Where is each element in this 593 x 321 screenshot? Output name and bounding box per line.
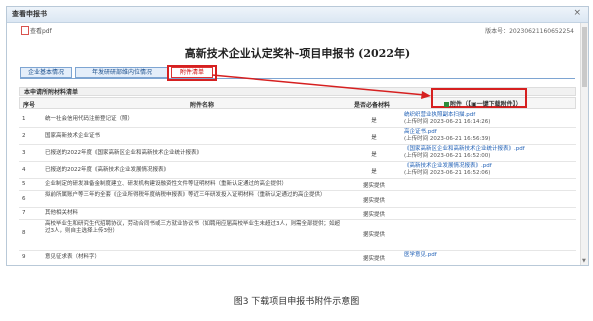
scrollbar-thumb[interactable] [582, 27, 587, 87]
table-row: 5 企业制定的研发准备金制度建立、研发机构建设融资性文件等证明材料（重新认定通过… [19, 179, 576, 191]
table-row: 3 已报送的2022年度《国家高新区企业和高新技术企业统计报表》 是 《国家高新… [19, 145, 576, 162]
attachment-link[interactable]: 医学意见.pdf [404, 252, 437, 258]
vertical-scrollbar[interactable]: ▼ [580, 23, 588, 265]
dialog-window: 查看申报书 × 查看pdf 版本号：20230621160652254 高新技术… [6, 6, 589, 266]
attachment-link[interactable]: 《高新技术企业发展情况报表》.pdf [404, 163, 492, 169]
figure-caption: 图3 下载项目申报书附件示意图 [233, 297, 360, 307]
table-row: 6 拟前所属账户等三年的全套《企业所得税年度纳税申报表》等近三年研发投入证明材料… [19, 191, 576, 208]
attachment-link[interactable]: 高企证书.pdf [404, 129, 437, 135]
attachment-link[interactable]: 统织织营业执照副本扫描.pdf [404, 112, 475, 118]
table-row: 7 其他相关材料 据实提供 [19, 208, 576, 220]
scroll-down-icon[interactable]: ▼ [582, 258, 586, 264]
table-row: 4 已报送的2022年度《高新技术企业发展情况报表》 是 《高新技术企业发展情况… [19, 162, 576, 179]
attachment-link[interactable]: 《国家高新区企业和高新技术企业统计报表》.pdf [404, 146, 525, 152]
table-row: 2 国家高新技术企业证书 是 高企证书.pdf (上传时间 2023-06-21 … [19, 128, 576, 145]
table-row: 8 高校毕业生和研究生代招聘协议，劳动合同书或三方就业协议书（如聘用应届高校毕业… [19, 220, 576, 251]
table-row: 1 统一社会信用代码注册登记证（照） 是 统织织营业执照副本扫描.pdf (上传时… [19, 111, 576, 128]
table-row: 9 意见征求表（材料字） 据实提供 医学意见.pdf [22, 252, 437, 262]
